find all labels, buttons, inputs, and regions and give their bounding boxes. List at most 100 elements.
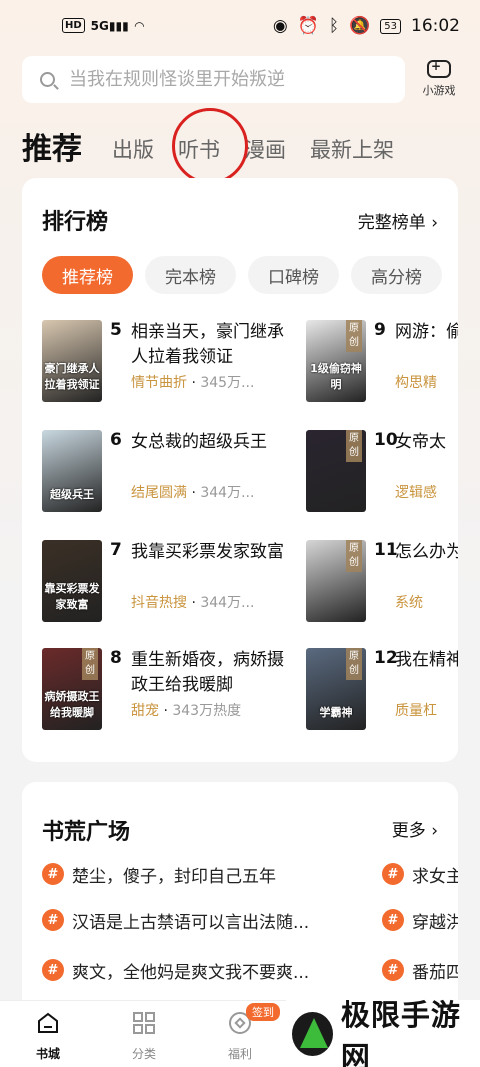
topic-text: 爽文，全他妈是爽文我不要爽... xyxy=(72,962,310,983)
chip-high-score[interactable]: 高分榜 xyxy=(351,256,442,294)
full-ranking-link[interactable]: 完整榜单 › xyxy=(358,208,438,233)
nav-category[interactable]: 分类 xyxy=(114,1011,174,1062)
book-tag: 系统 xyxy=(395,595,423,611)
rank-number: 6 xyxy=(110,430,122,450)
status-left: HD 5G▮▮▮ ◠ xyxy=(62,18,144,33)
wifi-icon: ◠ xyxy=(134,18,144,33)
book-item[interactable]: 原创 病娇摄政王给我暖脚 8 重生新婚夜，病娇摄政王给我暖脚 甜宠 · 343万… xyxy=(42,648,304,732)
book-title[interactable]: 我靠买彩票发家致富 xyxy=(131,540,291,565)
book-tag: 结尾圆满 xyxy=(131,485,187,501)
book-meta: 甜宠 · 343万热度 xyxy=(131,703,242,719)
book-item[interactable]: 豪门继承人拉着我领证 5 相亲当天，豪门继承人拉着我领证 情节曲折 · 345万… xyxy=(42,320,304,404)
hash-icon: # xyxy=(382,909,404,931)
book-heat: 344万... xyxy=(200,485,255,501)
book-item[interactable]: 原创 10 女帝太 逻辑感 xyxy=(306,430,458,514)
book-meta: 质量杠 xyxy=(395,700,437,720)
book-title[interactable]: 女总裁的超级兵王 xyxy=(131,430,291,455)
topic-item[interactable]: # 求女主 xyxy=(382,862,458,887)
cover-title: 学霸神 xyxy=(319,706,353,719)
grid-icon xyxy=(133,1012,155,1034)
watermark: 极限手游网 xyxy=(286,998,480,1067)
book-meta: 情节曲折 · 345万... xyxy=(131,375,255,391)
alarm-icon: ⏰ xyxy=(297,16,319,36)
book-title[interactable]: 怎么办为我和 xyxy=(395,540,458,565)
hash-icon: # xyxy=(382,863,404,885)
original-badge: 原创 xyxy=(82,648,98,680)
cover-title: 超级兵王 xyxy=(50,488,94,501)
hd-indicator: HD xyxy=(62,18,85,33)
book-cover[interactable]: 原创 学霸神 xyxy=(306,648,366,730)
topic-item[interactable]: # 爽文，全他妈是爽文我不要爽... xyxy=(42,958,310,983)
book-heat: 344万... xyxy=(200,595,255,611)
book-cover[interactable]: 靠买彩票发家致富 xyxy=(42,540,102,622)
nav-bookstore[interactable]: 书城 xyxy=(18,1011,78,1062)
home-icon xyxy=(38,1012,58,1033)
chip-reputation[interactable]: 口碑榜 xyxy=(248,256,339,294)
book-item[interactable]: 原创 学霸神 12 我在精神 质量杠 xyxy=(306,648,458,732)
book-tag: 构思精 xyxy=(395,375,437,391)
chip-completed[interactable]: 完本榜 xyxy=(145,256,236,294)
topic-item[interactable]: # 穿越洪 xyxy=(382,908,458,933)
book-tag: 逻辑感 xyxy=(395,485,437,501)
book-meta: 系统 xyxy=(395,592,423,612)
book-title[interactable]: 我在精神 xyxy=(395,648,458,673)
tab-comics[interactable]: 漫画 xyxy=(244,134,286,170)
sign-in-badge[interactable]: 签到 xyxy=(246,1003,280,1021)
book-meta: 抖音热搜 · 344万... xyxy=(131,595,255,611)
search-input[interactable] xyxy=(69,69,389,90)
mini-game-label: 小游戏 xyxy=(422,84,456,97)
book-tag: 甜宠 xyxy=(131,703,159,719)
topic-item[interactable]: # 番茄四 xyxy=(382,958,458,983)
search-bar[interactable] xyxy=(22,56,405,103)
book-cover[interactable]: 原创 xyxy=(306,540,366,622)
eye-icon: ◉ xyxy=(272,16,288,36)
chip-recommend[interactable]: 推荐榜 xyxy=(42,256,133,294)
rank-number: 8 xyxy=(110,648,122,668)
book-square-card: 书荒广场 更多 › # 楚尘，傻子，封印自己五年 # 汉语是上古禁语可以言出法随...… xyxy=(22,782,458,1022)
red-circle-annotation xyxy=(172,108,248,184)
tab-publish[interactable]: 出版 xyxy=(112,134,154,170)
tab-new-arrivals[interactable]: 最新上架 xyxy=(310,134,394,170)
book-cover[interactable]: 原创 1级偷窃神明 xyxy=(306,320,366,402)
book-meta: 逻辑感 xyxy=(395,482,437,502)
watermark-text: 极限手游网 xyxy=(340,997,461,1067)
book-tag: 情节曲折 xyxy=(131,375,187,391)
book-item[interactable]: 原创 1级偷窃神明 9 网游：偷窃神 构思精 xyxy=(306,320,458,404)
mute-icon: 🔕 xyxy=(349,16,371,36)
search-icon xyxy=(40,72,55,87)
book-cover[interactable]: 原创 xyxy=(306,430,366,512)
book-item[interactable]: 超级兵王 6 女总裁的超级兵王 结尾圆满 · 344万... xyxy=(42,430,304,514)
book-item[interactable]: 靠买彩票发家致富 7 我靠买彩票发家致富 抖音热搜 · 344万... xyxy=(42,540,304,624)
book-tag: 抖音热搜 xyxy=(131,595,187,611)
original-badge: 原创 xyxy=(346,648,362,680)
ranking-title: 排行榜 xyxy=(42,210,109,235)
rank-number: 5 xyxy=(110,320,122,340)
book-tag: 质量杠 xyxy=(395,703,437,719)
book-item[interactable]: 原创 11 怎么办为我和 系统 xyxy=(306,540,458,624)
book-cover[interactable]: 超级兵王 xyxy=(42,430,102,512)
battery-icon: 53 xyxy=(380,18,401,34)
book-title[interactable]: 网游：偷窃神 xyxy=(395,320,458,345)
square-title: 书荒广场 xyxy=(42,820,131,845)
gamepad-icon xyxy=(427,59,451,78)
book-cover[interactable]: 原创 病娇摄政王给我暖脚 xyxy=(42,648,102,730)
original-badge: 原创 xyxy=(346,540,362,572)
nav-label: 书城 xyxy=(35,1047,60,1061)
hash-icon: # xyxy=(42,863,64,885)
book-title[interactable]: 相亲当天，豪门继承人拉着我领证 xyxy=(131,320,291,370)
original-badge: 原创 xyxy=(346,430,362,462)
book-title[interactable]: 女帝太 xyxy=(395,430,458,455)
mini-game-button[interactable]: 小游戏 xyxy=(414,58,464,98)
book-cover[interactable]: 豪门继承人拉着我领证 xyxy=(42,320,102,402)
ranking-chips: 推荐榜 完本榜 口碑榜 高分榜 xyxy=(42,256,442,294)
tab-recommend[interactable]: 推荐 xyxy=(22,124,82,170)
square-more-link[interactable]: 更多 › xyxy=(392,816,438,841)
topic-item[interactable]: # 楚尘，傻子，封印自己五年 xyxy=(42,862,276,887)
topic-text: 汉语是上古禁语可以言出法随... xyxy=(72,912,310,933)
topic-item[interactable]: # 汉语是上古禁语可以言出法随... xyxy=(42,908,310,933)
rank-number: 7 xyxy=(110,540,122,560)
hash-icon: # xyxy=(382,959,404,981)
book-title[interactable]: 重生新婚夜，病娇摄政王给我暖脚 xyxy=(131,648,291,698)
signal-icon: 5G▮▮▮ xyxy=(90,18,129,33)
book-heat: 345万... xyxy=(200,375,255,391)
